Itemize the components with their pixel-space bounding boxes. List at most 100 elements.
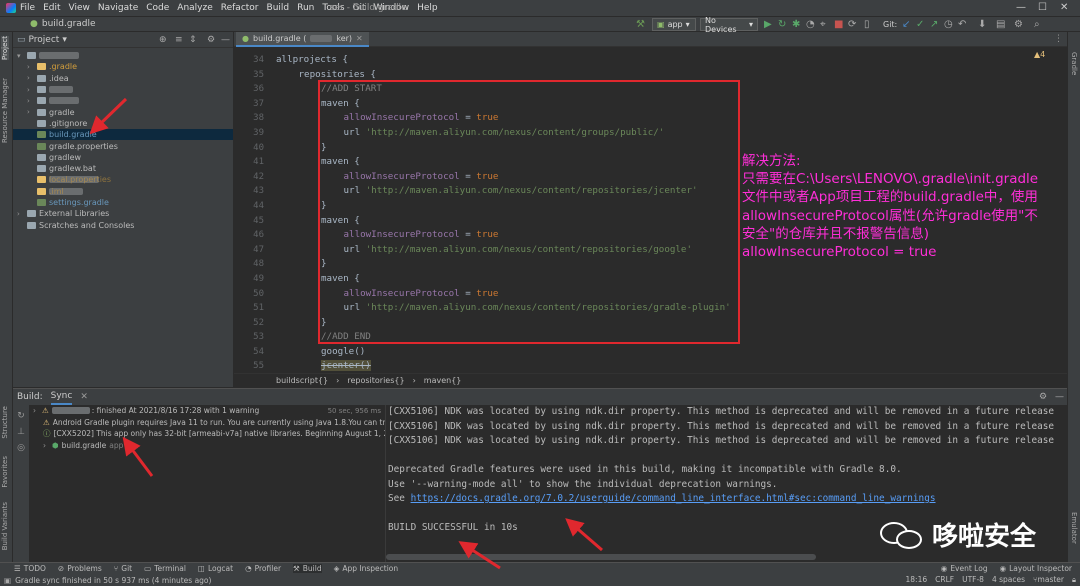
maximize-icon[interactable]: ☐: [1038, 2, 1047, 13]
expand-all-icon[interactable]: ⇕: [189, 35, 197, 45]
project-panel-title[interactable]: Project: [29, 35, 60, 45]
tree-item[interactable]: › .idea: [13, 73, 233, 84]
git-commit-icon[interactable]: ✓: [916, 19, 924, 30]
code-line[interactable]: allprojects {: [276, 53, 731, 68]
minimize-icon[interactable]: —: [1016, 2, 1026, 13]
hide-panel-icon[interactable]: —: [1055, 392, 1064, 402]
tool-tab-terminal[interactable]: ▭ Terminal: [144, 564, 186, 573]
code-line[interactable]: jcenter(): [276, 359, 731, 374]
tree-item[interactable]: ›: [13, 95, 233, 106]
menu-run[interactable]: Run: [297, 3, 314, 13]
stop-icon[interactable]: ■: [834, 19, 843, 30]
build-variants-tool-tab[interactable]: Build Variants: [1, 502, 9, 550]
emulator-tool-tab[interactable]: Emulator: [1070, 512, 1078, 544]
build-tree-item[interactable]: › ⬢ build.gradle app: [29, 440, 385, 452]
expand-arrow-icon[interactable]: ›: [27, 63, 37, 71]
menu-help[interactable]: Help: [417, 3, 438, 13]
menu-code[interactable]: Code: [146, 3, 169, 13]
git-branch[interactable]: ⑂master: [1033, 575, 1064, 585]
gradle-tool-tab[interactable]: Gradle: [1070, 52, 1078, 75]
expand-arrow-icon[interactable]: ›: [27, 86, 37, 94]
lock-icon[interactable]: 🔒︎: [1072, 575, 1076, 585]
structure-tool-tab[interactable]: Structure: [1, 406, 9, 439]
project-tool-tab[interactable]: Project: [1, 36, 9, 60]
chevron-down-icon[interactable]: ▾: [62, 35, 67, 45]
filter-icon[interactable]: ◎: [13, 443, 29, 453]
sync-gradle-icon[interactable]: ⟳: [848, 19, 856, 30]
more-tabs-icon[interactable]: ⋮: [1054, 34, 1063, 44]
expand-arrow-icon[interactable]: ▾: [17, 52, 27, 60]
build-tree-item[interactable]: ⚠ Android Gradle plugin requires Java 11 …: [29, 417, 385, 429]
tree-item[interactable]: › gradle: [13, 106, 233, 117]
git-update-icon[interactable]: ↙: [902, 19, 910, 30]
tool-tab-build[interactable]: ⚒ Build: [293, 564, 322, 573]
caret-position[interactable]: 18:16: [906, 575, 928, 585]
git-history-icon[interactable]: ◷: [944, 19, 953, 30]
tool-tab-problems[interactable]: ⊘ Problems: [58, 564, 102, 573]
tree-item[interactable]: local.properties: [13, 174, 233, 185]
tree-item[interactable]: .gitignore: [13, 118, 233, 129]
attach-debugger-icon[interactable]: ⌖: [820, 19, 826, 30]
tab-sync[interactable]: Sync: [50, 389, 73, 405]
menu-refactor[interactable]: Refactor: [221, 3, 259, 13]
close-icon[interactable]: ✕: [1060, 2, 1068, 13]
hide-panel-icon[interactable]: —: [221, 35, 230, 45]
code-line[interactable]: google(): [276, 345, 731, 360]
expand-arrow-icon[interactable]: ›: [27, 108, 37, 116]
tree-item[interactable]: Scratches and Consoles: [13, 219, 233, 230]
expand-arrow-icon[interactable]: ›: [17, 210, 27, 218]
status-message[interactable]: Gradle sync finished in 50 s 937 ms (4 m…: [15, 576, 211, 585]
tree-item[interactable]: settings.gradle: [13, 197, 233, 208]
tree-item[interactable]: gradle.properties: [13, 140, 233, 151]
tree-item[interactable]: build.gradle: [13, 129, 233, 141]
tree-item[interactable]: ▾: [13, 50, 233, 61]
tab-build-gradle[interactable]: ● build.gradle ( ker) ✕: [236, 32, 369, 47]
menu-edit[interactable]: Edit: [43, 3, 60, 13]
settings-icon[interactable]: ⚙: [1014, 19, 1023, 30]
breadcrumb-file[interactable]: build.gradle: [42, 19, 96, 29]
expand-arrow-icon[interactable]: ›: [43, 441, 52, 450]
profile-icon[interactable]: ◔: [806, 19, 815, 30]
tree-item[interactable]: gradlew.bat: [13, 163, 233, 174]
git-rollback-icon[interactable]: ↶: [958, 19, 966, 30]
gear-icon[interactable]: ⚙: [207, 35, 215, 45]
indent-setting[interactable]: 4 spaces: [992, 575, 1025, 585]
tree-item[interactable]: › External Libraries: [13, 208, 233, 219]
file-encoding[interactable]: UTF-8: [962, 575, 984, 585]
favorites-tool-tab[interactable]: Favorites: [1, 456, 9, 488]
pin-icon[interactable]: ⊥: [13, 427, 29, 437]
expand-arrow-icon[interactable]: ›: [27, 97, 37, 105]
debug-icon[interactable]: ✱: [792, 19, 800, 30]
tree-item[interactable]: gradlew: [13, 152, 233, 163]
apply-changes-icon[interactable]: ↻: [778, 19, 786, 30]
menu-build[interactable]: Build: [267, 3, 290, 13]
git-push-icon[interactable]: ↗: [930, 19, 938, 30]
device-select[interactable]: No Devices ▾: [700, 16, 758, 34]
docs-link[interactable]: https://docs.gradle.org/7.0.2/userguide/…: [411, 493, 936, 504]
menu-analyze[interactable]: Analyze: [177, 3, 212, 13]
tool-tab-event-log[interactable]: ◉ Event Log: [941, 564, 988, 573]
locate-icon[interactable]: ⊕: [159, 35, 167, 45]
tree-item[interactable]: ›: [13, 84, 233, 95]
close-tab-icon[interactable]: ✕: [80, 392, 88, 402]
run-config-select[interactable]: ▣ app ▾: [652, 18, 696, 31]
tool-tab-git[interactable]: ⑂ Git: [114, 564, 132, 573]
tool-tab-profiler[interactable]: ◔ Profiler: [245, 564, 281, 573]
breadcrumb-item[interactable]: repositories{}: [347, 376, 404, 385]
line-separator[interactable]: CRLF: [935, 575, 954, 585]
expand-arrow-icon[interactable]: ›: [27, 74, 37, 82]
close-tab-icon[interactable]: ✕: [356, 34, 363, 43]
restart-icon[interactable]: ↻: [13, 411, 29, 421]
inspection-warnings-badge[interactable]: ▲4: [1034, 50, 1045, 59]
search-everywhere-icon[interactable]: ⌕: [1034, 19, 1040, 30]
breadcrumb-item[interactable]: maven{}: [424, 376, 462, 385]
tool-tab-logcat[interactable]: ◫ Logcat: [198, 564, 233, 573]
resource-manager-tool-tab[interactable]: Resource Manager: [1, 78, 9, 143]
tool-tab-layout-inspector[interactable]: ◉ Layout Inspector: [1000, 564, 1072, 573]
tool-tab-app-inspection[interactable]: ◈ App Inspection: [334, 564, 399, 573]
avd-manager-icon[interactable]: ▯: [864, 19, 870, 30]
expand-arrow-icon[interactable]: ›: [33, 406, 42, 415]
tree-item[interactable]: › .gradle: [13, 61, 233, 72]
run-icon[interactable]: ▶: [764, 19, 772, 30]
sdk-manager-icon[interactable]: ⬇: [978, 19, 986, 30]
